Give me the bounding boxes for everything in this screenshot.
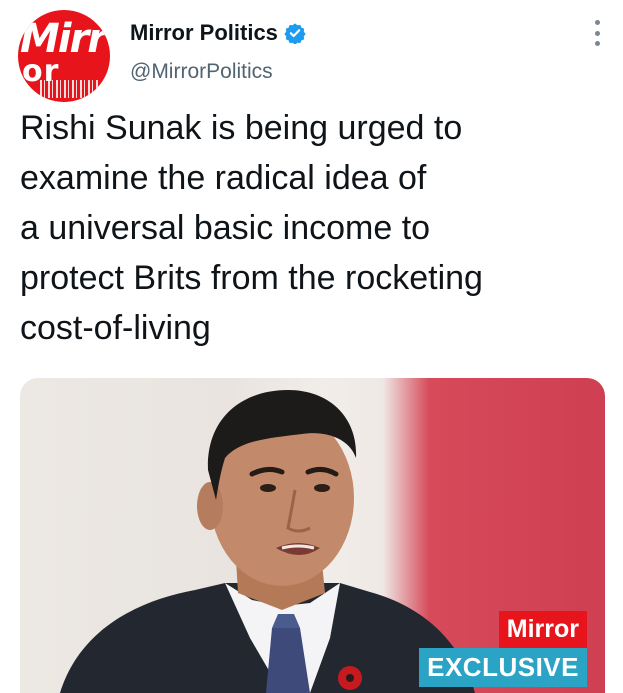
avatar[interactable]: Mirr or <box>18 10 110 102</box>
tweet-text: Rishi Sunak is being urged to examine th… <box>20 103 605 353</box>
avatar-barcode-graphic <box>40 80 100 98</box>
more-options-icon[interactable] <box>593 20 601 46</box>
account-handle[interactable]: @MirrorPolitics <box>130 60 273 84</box>
badge-brand: Mirror <box>498 611 587 648</box>
tweet-text-line: Rishi Sunak is being urged to <box>20 109 463 147</box>
tweet-text-line: protect Brits from the rocketing <box>20 259 483 297</box>
tweet-text-line: examine the radical idea of <box>20 159 427 197</box>
tweet-text-line: cost-of-living <box>20 309 211 347</box>
verified-badge-icon <box>284 23 306 44</box>
mirror-exclusive-badge: Mirror EXCLUSIVE <box>419 611 587 687</box>
badge-exclusive-label: EXCLUSIVE <box>419 648 587 687</box>
tweet-text-line: a universal basic income to <box>20 209 431 247</box>
account-name-row: Mirror Politics <box>130 20 306 46</box>
display-name[interactable]: Mirror Politics <box>130 20 278 46</box>
tweet-media-image[interactable]: Mirror EXCLUSIVE <box>20 378 605 693</box>
